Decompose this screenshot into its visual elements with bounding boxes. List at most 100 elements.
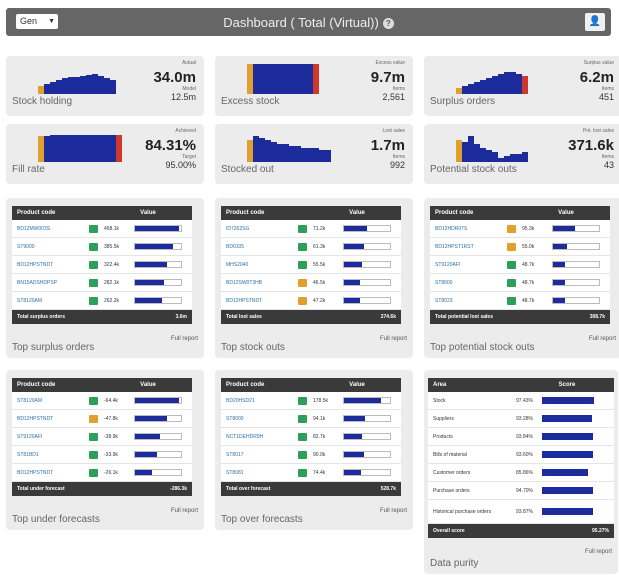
status-icon (507, 278, 516, 287)
kpi-card[interactable]: Pot. lost sales 371.6k Items 43 Potentia… (424, 124, 619, 184)
purity-row[interactable]: Products 93.84% (428, 428, 614, 446)
product-code-link[interactable]: ST81BD1 (12, 452, 89, 458)
product-code-link[interactable]: ST9120AFI (12, 434, 89, 440)
product-code-link[interactable]: ID7262SG (221, 226, 298, 232)
table-row[interactable]: BD12HPSTNDT 47.2k (221, 292, 401, 310)
product-code-link[interactable]: ST8000 (430, 280, 507, 286)
product-code-link[interactable]: NCT1DEHDR9H (221, 434, 298, 440)
value-bar (134, 225, 182, 232)
purity-row[interactable]: Customer orders 85.86% (428, 464, 614, 482)
product-code-link[interactable]: BD0105 (221, 244, 298, 250)
spark-bar (325, 150, 331, 162)
card-title: Top stock outs (221, 342, 285, 353)
table-header: Product code Value (430, 206, 610, 220)
table-row[interactable]: ST9120AFI -38.9k (12, 428, 192, 446)
full-report-link[interactable]: Full report (589, 336, 616, 343)
table-row[interactable]: ST8120AM -64.4k (12, 392, 192, 410)
table-row[interactable]: BD12MW003S 458.1k (12, 220, 192, 238)
table-row[interactable]: ST9000 385.5k (12, 238, 192, 256)
full-report-link[interactable]: Full report (380, 508, 407, 515)
col-header-code: Product code (226, 382, 265, 388)
table-row[interactable]: BD12HPSTNDT -26.1k (12, 464, 192, 482)
table-row[interactable]: MHS2040 55.5k (221, 256, 401, 274)
product-code-link[interactable]: BD12MW003S (12, 226, 89, 232)
product-code-link[interactable]: MHS2040 (221, 262, 298, 268)
table-row[interactable]: BD0105 61.3k (221, 238, 401, 256)
report-card: Product code Value BD20HSD21 178.5k ST800… (215, 370, 413, 530)
full-report-link[interactable]: Full report (171, 336, 198, 343)
product-code-link[interactable]: BD20HSD21 (221, 398, 298, 404)
product-code-link[interactable]: ST8120AM (12, 298, 89, 304)
product-code-link[interactable]: ST8081 (221, 470, 298, 476)
info-icon[interactable]: ? (382, 17, 394, 29)
product-code-link[interactable]: ST8000 (221, 416, 298, 422)
product-code-link[interactable]: BD12HPSTNDT (221, 298, 298, 304)
kpi-card[interactable]: Excess value 9.7m Items 2,561 Excess sto… (215, 56, 413, 116)
table-row[interactable]: ST81BD1 -33.9k (12, 446, 192, 464)
table-row[interactable]: BD12HPSTNDT -47.8k (12, 410, 192, 428)
table-row[interactable]: BD12SW0T3HB 46.5k (221, 274, 401, 292)
purity-row[interactable]: Historical purchase orders 93.87% (428, 500, 614, 524)
value-bar-fill (344, 470, 361, 475)
table-row[interactable]: ID7262SG 71.2k (221, 220, 401, 238)
status-icon (298, 450, 307, 459)
table-row[interactable]: ST9120AFI 48.7k (430, 256, 610, 274)
table-row[interactable]: BD12HDR07S 95.3k (430, 220, 610, 238)
score-bar-fill (542, 469, 589, 476)
full-report-link[interactable]: Full report (585, 549, 612, 556)
status-icon (89, 396, 98, 405)
kpi-card[interactable]: Actual 34.0m Model 12.5m Stock holding (6, 56, 204, 116)
table-row[interactable]: ST8023 48.7k (430, 292, 610, 310)
table-row[interactable]: NCT1DEHDR9H 82.7k (221, 428, 401, 446)
footer-value: 528.7k (380, 486, 396, 492)
full-report-link[interactable]: Full report (171, 508, 198, 515)
data-purity-card: Area Score Stock 97.43% Suppliers 93.28% … (424, 370, 618, 574)
purity-row[interactable]: Bills of material 93.60% (428, 446, 614, 464)
footer-label: Total lost sales (226, 314, 262, 320)
product-code-link[interactable]: BD12HPSTNDT (12, 470, 89, 476)
row-value: 74.4k (313, 469, 326, 476)
product-code-link[interactable]: ST8023 (430, 298, 507, 304)
kpi-value: 84.31% (145, 137, 196, 154)
value-bar (343, 451, 391, 458)
table-row[interactable]: ST8081 74.4k (221, 464, 401, 482)
kpi-subvalue: 451 (598, 92, 614, 102)
purity-row[interactable]: Stock 97.43% (428, 392, 614, 410)
table-row[interactable]: BN15ADSHDPSP 282.1k (12, 274, 192, 292)
spark-bar (522, 152, 528, 162)
kpi-sparkline (247, 132, 331, 162)
product-code-link[interactable]: BD12HPSTNDT (12, 262, 89, 268)
value-bar-fill (344, 262, 363, 267)
user-button[interactable]: 👤 (585, 13, 605, 31)
product-code-link[interactable]: BD12HDR07S (430, 226, 507, 232)
col-header-value: Value (558, 210, 574, 216)
product-code-link[interactable]: ST9120AFI (430, 262, 507, 268)
product-code-link[interactable]: ST9000 (12, 244, 89, 250)
product-code-link[interactable]: BD12HPSTNDT (12, 416, 89, 422)
purity-row[interactable]: Suppliers 93.28% (428, 410, 614, 428)
purity-row[interactable]: Purchase orders 94.70% (428, 482, 614, 500)
value-bar-fill (135, 298, 162, 303)
product-code-link[interactable]: BD12HPST1RST (430, 244, 507, 250)
table-row[interactable]: ST8017 90.0k (221, 446, 401, 464)
product-code-link[interactable]: ST8120AM (12, 398, 89, 404)
table-row[interactable]: BD12HPSTNDT 322.4k (12, 256, 192, 274)
kpi-card[interactable]: Lost sales 1.7m Items 992 Stocked out (215, 124, 413, 184)
status-icon (89, 414, 98, 423)
product-code-link[interactable]: BD12SW0T3HB (221, 280, 298, 286)
table-row[interactable]: ST8000 48.7k (430, 274, 610, 292)
product-code-link[interactable]: BN15ADSHDPSP (12, 280, 89, 286)
table-row[interactable]: ST8120AM 262.2k (12, 292, 192, 310)
col-header-value: Value (140, 210, 156, 216)
table-row[interactable]: BD12HPST1RST 55.0k (430, 238, 610, 256)
table-row[interactable]: ST8000 94.1k (221, 410, 401, 428)
footer-label: Overall score (433, 528, 465, 534)
status-icon (507, 242, 516, 251)
area-label: Bills of material (433, 451, 467, 458)
kpi-card[interactable]: Achieved 84.31% Target 95.00% Fill rate (6, 124, 204, 184)
full-report-link[interactable]: Full report (380, 336, 407, 343)
row-value: -26.1k (104, 469, 118, 476)
product-code-link[interactable]: ST8017 (221, 452, 298, 458)
kpi-card[interactable]: Surplus value 6.2m Items 451 Surplus ord… (424, 56, 619, 116)
table-row[interactable]: BD20HSD21 178.5k (221, 392, 401, 410)
